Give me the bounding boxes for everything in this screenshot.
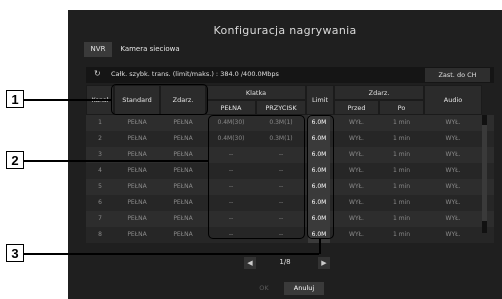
cell-channel: 1 bbox=[98, 119, 102, 126]
cell-pre[interactable]: WYŁ. bbox=[334, 227, 379, 243]
cell-standard[interactable]: PEŁNA bbox=[114, 211, 160, 227]
callout-box-1 bbox=[111, 84, 208, 115]
callout-box-3 bbox=[307, 115, 334, 239]
cell-post[interactable]: 1 min bbox=[379, 227, 424, 243]
cell-event[interactable]: PEŁNA bbox=[160, 115, 206, 131]
cell-pre[interactable]: WYŁ. bbox=[334, 131, 379, 147]
cell-audio[interactable]: WYŁ. bbox=[424, 179, 482, 195]
cell-pre[interactable]: WYŁ. bbox=[334, 163, 379, 179]
cell-pre[interactable]: WYŁ. bbox=[334, 195, 379, 211]
cell-audio[interactable]: WYŁ. bbox=[424, 163, 482, 179]
cell-event[interactable]: PEŁNA bbox=[160, 211, 206, 227]
cell-event[interactable]: PEŁNA bbox=[160, 227, 206, 243]
tab-network-camera[interactable]: Kamera sieciowa bbox=[118, 42, 182, 57]
cell-audio[interactable]: WYŁ. bbox=[424, 115, 482, 131]
cell-standard[interactable]: PEŁNA bbox=[114, 115, 160, 131]
table-scrollbar[interactable] bbox=[482, 115, 487, 233]
header-limit: Limit bbox=[306, 85, 334, 115]
cell-pre[interactable]: WYŁ. bbox=[334, 211, 379, 227]
cell-channel: 8 bbox=[98, 231, 102, 238]
header-post[interactable]: Po bbox=[379, 100, 424, 115]
callout-number-2: 2 bbox=[6, 151, 24, 169]
cell-event[interactable]: PEŁNA bbox=[160, 163, 206, 179]
callout-line-3-vertical bbox=[319, 238, 321, 254]
callout-line-2 bbox=[24, 160, 209, 162]
cell-post[interactable]: 1 min bbox=[379, 163, 424, 179]
prev-page-button[interactable]: ◀ bbox=[244, 257, 256, 269]
cell-audio[interactable]: WYŁ. bbox=[424, 195, 482, 211]
callout-number-3: 3 bbox=[6, 244, 24, 262]
header-frame-full: PEŁNA bbox=[206, 100, 256, 115]
scrollbar-thumb[interactable] bbox=[482, 125, 487, 221]
cell-pre[interactable]: WYŁ. bbox=[334, 179, 379, 195]
callout-number-1: 1 bbox=[6, 90, 24, 108]
cell-standard[interactable]: PEŁNA bbox=[114, 179, 160, 195]
ok-button[interactable]: OK bbox=[250, 282, 278, 295]
cell-channel: 7 bbox=[98, 215, 102, 222]
cell-audio[interactable]: WYŁ. bbox=[424, 211, 482, 227]
cell-audio[interactable]: WYŁ. bbox=[424, 131, 482, 147]
cell-channel: 4 bbox=[98, 167, 102, 174]
cell-post[interactable]: 1 min bbox=[379, 211, 424, 227]
cell-standard[interactable]: PEŁNA bbox=[114, 195, 160, 211]
header-frame: Klatka bbox=[206, 85, 306, 100]
tab-nvr[interactable]: NVR bbox=[84, 42, 112, 57]
callout-line-3 bbox=[24, 253, 319, 255]
cancel-button[interactable]: Anuluj bbox=[284, 282, 324, 295]
header-event-group: Zdarz. bbox=[334, 85, 424, 100]
bandwidth-text: Całk. szybk. trans. (limit/maks.) : 384.… bbox=[111, 70, 279, 78]
cell-event[interactable]: PEŁNA bbox=[160, 179, 206, 195]
cell-post[interactable]: 1 min bbox=[379, 195, 424, 211]
cell-channel: 5 bbox=[98, 183, 102, 190]
cell-post[interactable]: 1 min bbox=[379, 147, 424, 163]
header-audio[interactable]: Audio bbox=[424, 85, 482, 115]
cell-pre[interactable]: WYŁ. bbox=[334, 115, 379, 131]
cell-event[interactable]: PEŁNA bbox=[160, 195, 206, 211]
cell-post[interactable]: 1 min bbox=[379, 131, 424, 147]
cell-audio[interactable]: WYŁ. bbox=[424, 147, 482, 163]
cell-audio[interactable]: WYŁ. bbox=[424, 227, 482, 243]
cell-standard[interactable]: PEŁNA bbox=[114, 163, 160, 179]
cell-standard[interactable]: PEŁNA bbox=[114, 227, 160, 243]
next-page-button[interactable]: ▶ bbox=[318, 257, 330, 269]
page-indicator: 1/8 bbox=[279, 258, 291, 266]
header-pre[interactable]: Przed bbox=[334, 100, 379, 115]
cell-channel: 6 bbox=[98, 199, 102, 206]
cell-pre[interactable]: WYŁ. bbox=[334, 147, 379, 163]
callout-box-2 bbox=[208, 115, 305, 239]
cell-event[interactable]: PEŁNA bbox=[160, 131, 206, 147]
apply-to-ch-button[interactable]: Zast. do CH bbox=[425, 68, 490, 82]
cell-post[interactable]: 1 min bbox=[379, 115, 424, 131]
header-frame-button: PRZYCISK bbox=[256, 100, 306, 115]
cell-channel: 2 bbox=[98, 135, 102, 142]
cell-post[interactable]: 1 min bbox=[379, 179, 424, 195]
refresh-icon[interactable]: ↻ bbox=[94, 69, 101, 78]
cell-standard[interactable]: PEŁNA bbox=[114, 131, 160, 147]
callout-line-1 bbox=[24, 99, 112, 101]
dialog-title: Konfiguracja nagrywania bbox=[213, 24, 357, 37]
